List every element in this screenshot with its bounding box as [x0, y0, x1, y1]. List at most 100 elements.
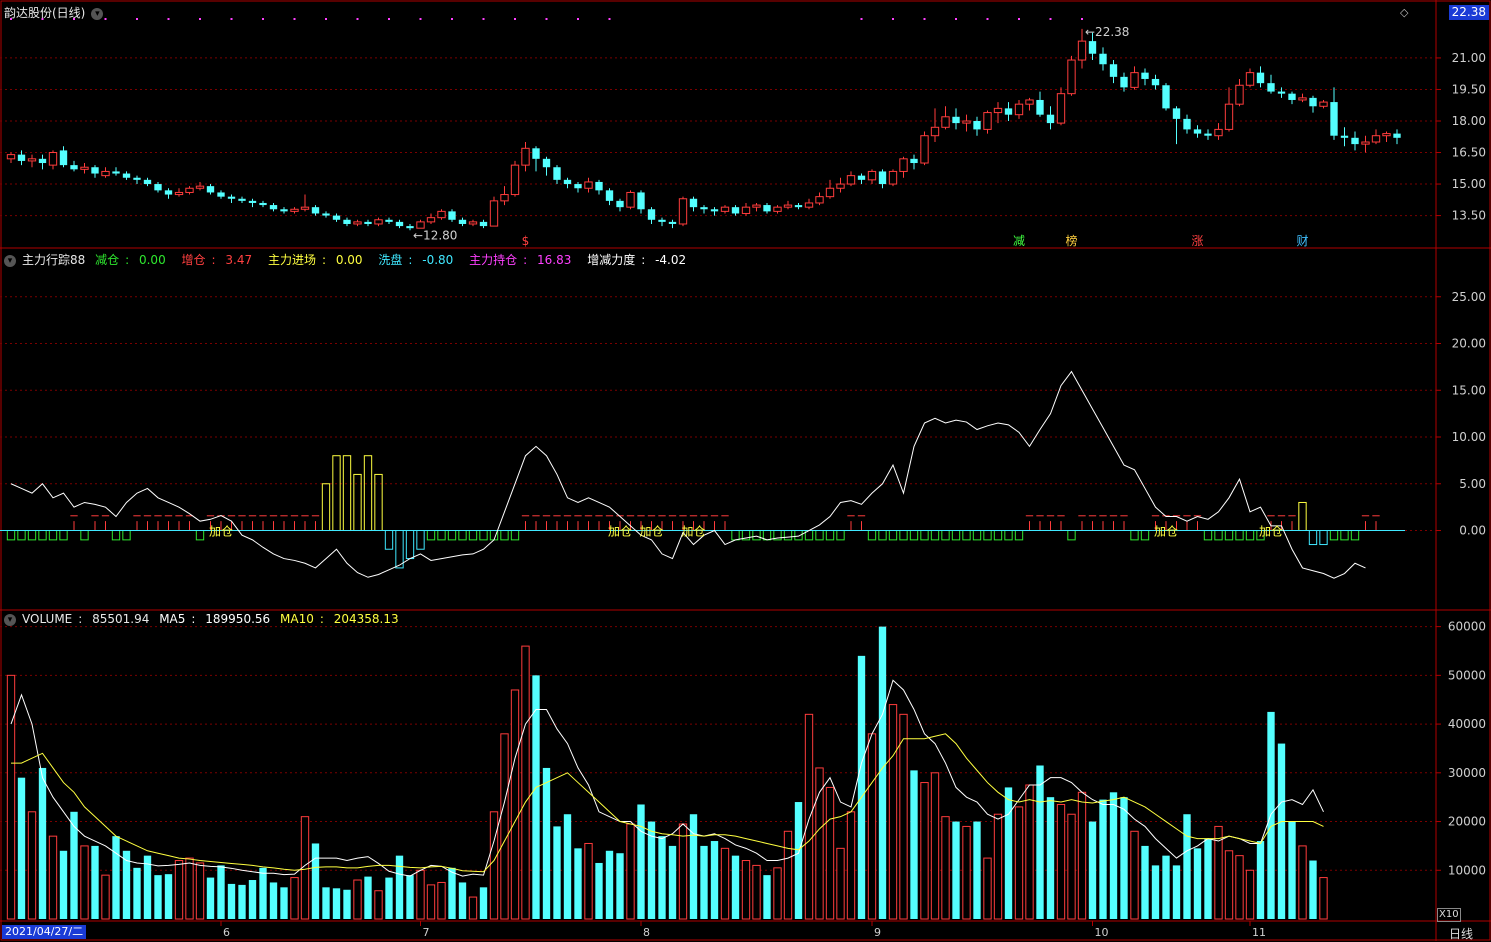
candle [1298, 93, 1307, 103]
decrease-bar [17, 530, 26, 541]
decrease-bar [1214, 530, 1223, 541]
period-label[interactable]: 日线 [1449, 925, 1473, 942]
candle [878, 169, 887, 189]
current-price-tag: 22.38 [1448, 5, 1489, 20]
volume-bar [878, 626, 887, 919]
candle-body [458, 219, 467, 224]
candle-body [700, 207, 708, 210]
decrease-bar [500, 530, 509, 541]
volume-bar [154, 875, 162, 919]
candle-body [731, 207, 740, 214]
candle-body [952, 116, 960, 124]
decrease-bar [920, 530, 929, 541]
candle [364, 219, 372, 227]
candle-body [185, 187, 194, 193]
ma10-label: MA10 [280, 612, 314, 626]
candle-body [164, 190, 173, 195]
indicator-menu-icon[interactable]: ▾ [4, 254, 16, 267]
volume-bar [1204, 838, 1212, 919]
indicator-header: ▾ 主力行踪88 减仓: 0.00 增仓: 3.47 主力进场: 0.00 洗盘:… [4, 251, 698, 268]
candle-body [1235, 84, 1244, 105]
volume-bar [1025, 784, 1034, 920]
candle-body [1141, 72, 1149, 79]
top-dot-marker [892, 18, 894, 20]
top-dot-marker [451, 18, 453, 20]
candle-body [595, 181, 603, 191]
top-dot-marker [545, 18, 548, 20]
top-dot-marker [860, 18, 863, 20]
volume-bar [143, 855, 152, 919]
decrease-bar [951, 530, 961, 541]
candle [973, 116, 981, 136]
candle [794, 202, 803, 210]
candle-body [311, 207, 320, 214]
candle [416, 219, 425, 229]
volume-bar [48, 835, 58, 920]
candle-body [825, 187, 835, 198]
volume-bar [899, 713, 908, 920]
candle [332, 213, 341, 222]
top-dot-marker [1049, 18, 1052, 20]
candle [595, 179, 603, 195]
candle [500, 186, 509, 206]
candle-body [1245, 72, 1255, 86]
candle [174, 188, 184, 197]
candle-body [899, 158, 908, 172]
decrease-bar [1329, 530, 1339, 541]
candle-body [836, 183, 845, 189]
decrease-bar [447, 530, 457, 541]
signal-label: 加仓 [681, 525, 705, 539]
candle [248, 198, 257, 208]
main-entry-bar [374, 473, 383, 532]
candle-body [206, 186, 215, 193]
top-dot-marker [167, 18, 170, 20]
volume-bar [468, 896, 478, 920]
candle-body [1277, 91, 1286, 94]
stock-chart[interactable]: 13.50 15.00 16.50 18.00 19.50 21.00 ←22.38 ←12.… [0, 0, 1491, 941]
volume-bar [280, 887, 288, 919]
volume-bar [920, 782, 929, 920]
candle-body [720, 206, 730, 212]
volume-bar [973, 821, 981, 919]
candle [227, 194, 236, 203]
top-dot-marker [325, 18, 327, 20]
candle [563, 177, 572, 189]
candle-body [857, 175, 866, 180]
candle-body [532, 148, 540, 159]
signal-label: 加仓 [639, 525, 663, 539]
volume-bar [59, 850, 68, 919]
indicator-name[interactable]: 主力行踪88 [22, 253, 85, 267]
candle [574, 181, 582, 193]
candle [783, 200, 793, 210]
diamond-icon[interactable]: ◇ [1400, 6, 1408, 19]
candle-body [70, 165, 78, 170]
volume-bar [426, 884, 436, 920]
candle [1162, 83, 1170, 111]
decrease-bar [941, 530, 950, 541]
candle-body [101, 170, 110, 177]
candle-body [353, 221, 362, 225]
candle [532, 146, 540, 172]
candle-body [542, 158, 551, 168]
stock-title[interactable]: 韵达股份(日线) [4, 6, 85, 20]
candle [238, 196, 246, 203]
volume-bar [343, 889, 351, 919]
volume-bar [416, 869, 425, 920]
candle-body [1004, 108, 1013, 115]
event-marker: 涨 [1191, 233, 1203, 248]
decrease-bar [510, 530, 520, 541]
volume-bar [1235, 855, 1244, 920]
candle-body [815, 196, 824, 204]
top-dot-marker [230, 18, 233, 20]
candle [689, 196, 698, 212]
volume-menu-icon[interactable]: ▾ [4, 613, 16, 626]
price-panel-header: 韵达股份(日线) ▾ [4, 4, 109, 21]
candle [825, 179, 835, 199]
candle [647, 207, 656, 224]
volume-bar [1067, 813, 1076, 920]
candle-body [710, 209, 719, 212]
dropdown-icon[interactable]: ▾ [91, 7, 104, 20]
candle [1361, 135, 1370, 153]
top-dot-marker [608, 18, 611, 20]
candle [1267, 74, 1275, 94]
